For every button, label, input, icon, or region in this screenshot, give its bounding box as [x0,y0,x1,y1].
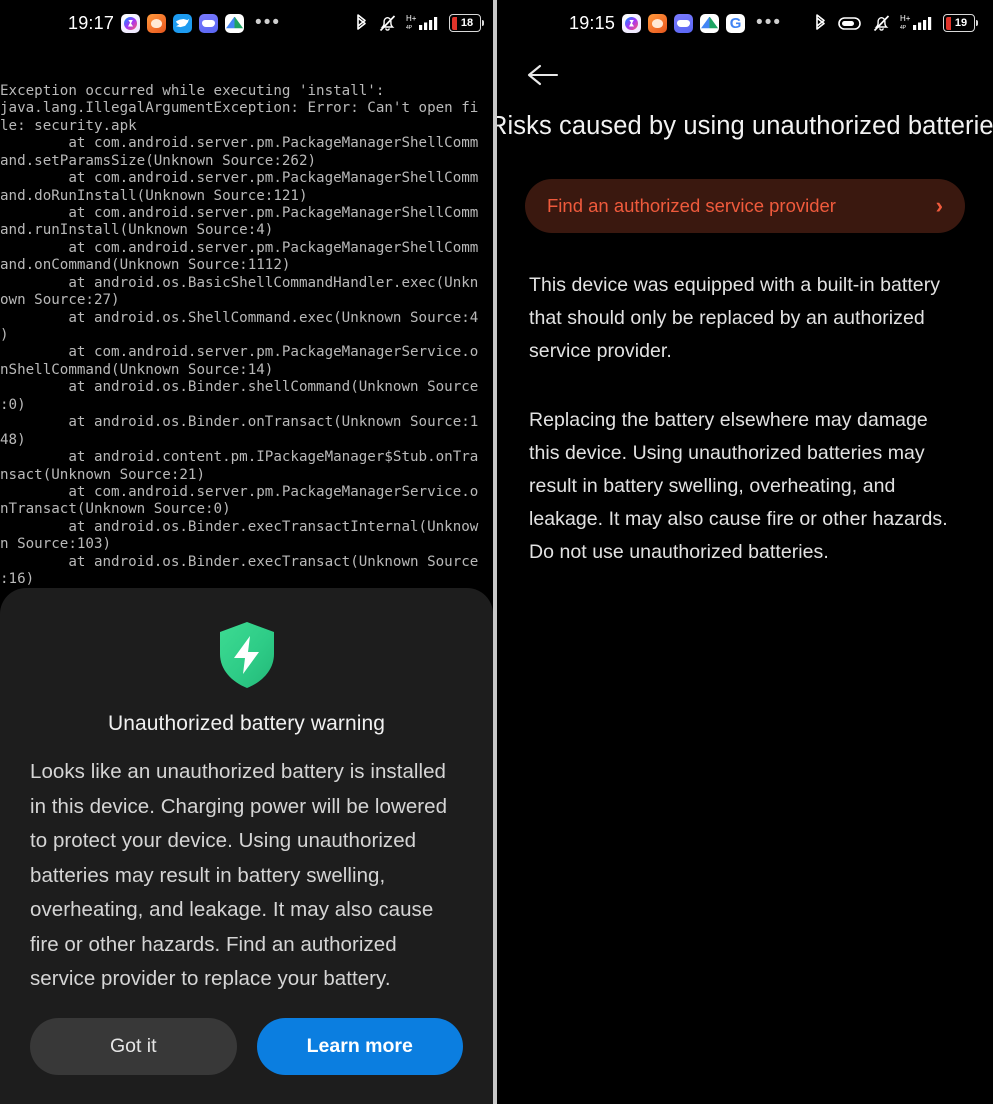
discord-icon [199,13,219,33]
back-arrow-icon[interactable] [527,62,561,88]
left-phone-screen: 19:17 ••• H+ 4P 18 Exception occurred wh… [0,0,493,1104]
terminal-line: at android.os.Binder.onTransact(Unknown … [0,414,479,431]
battery-saver-icon [837,13,863,33]
svg-text:H+: H+ [900,14,911,23]
terminal-line: and.setParamsSize(Unknown Source:262) [0,152,317,169]
google-drive-icon [700,13,720,33]
bluetooth-icon [813,13,828,33]
notification-overflow-icon: ••• [255,12,282,33]
messenger-icon [622,13,642,33]
battery-info-body: This device was equipped with a built-in… [529,269,961,569]
dialog-title: Unauthorized battery warning [107,712,386,735]
battery-percent-label: 19 [954,17,968,29]
got-it-button[interactable]: Got it [30,1018,237,1075]
terminal-line: at com.android.server.pm.PackageManagerS… [0,135,479,152]
terminal-line: and.runInstall(Unknown Source:4) [0,222,274,239]
terminal-line: at android.content.pm.IPackageManager$St… [0,449,479,466]
status-bar-clock: 19:17 [68,12,115,33]
orange-app-icon [147,13,167,33]
terminal-line: at com.android.server.pm.PackageManagerS… [0,483,479,500]
terminal-line: at com.android.server.pm.PackageManagerS… [0,344,479,361]
google-drive-icon [225,13,245,33]
terminal-line: and.doRunInstall(Unknown Source:121) [0,187,308,204]
terminal-line: nShellCommand(Unknown Source:14) [0,361,274,378]
terminal-line: ) [0,327,9,344]
terminal-line: at android.os.Binder.shellCommand(Unknow… [0,379,479,396]
twitter-icon [173,13,193,33]
terminal-line: nsact(Unknown Source:21) [0,466,205,483]
google-icon [726,13,746,33]
terminal-line: own Source:27) [0,292,120,309]
terminal-line: at com.android.server.pm.PackageManagerS… [0,170,479,187]
terminal-line: at com.android.server.pm.PackageManagerS… [0,204,479,221]
left-status-bar: 19:17 ••• H+ 4P 18 [0,0,493,46]
svg-text:4P: 4P [900,25,907,31]
right-status-bar: 19:15 ••• [497,0,993,46]
terminal-line: :0) [0,396,26,413]
find-service-provider-button[interactable]: Find an authorized service provider › [525,179,965,233]
terminal-line: le: security.apk [0,117,137,134]
terminal-line: n Source:103) [0,536,112,553]
adb-terminal-output: Exception occurred while executing 'inst… [0,46,493,657]
mobile-signal-icon: H+ 4P [900,13,934,33]
terminal-line: nTransact(Unknown Source:0) [0,501,231,518]
dialog-actions: Got it Learn more [30,1018,463,1075]
right-phone-screen: 19:15 ••• [497,0,993,1104]
terminal-line: and.onCommand(Unknown Source:1112) [0,257,291,274]
chevron-right-icon: › [935,193,943,218]
messenger-icon [121,13,141,33]
battery-indicator: 19 [943,14,978,32]
terminal-line: at android.os.Binder.execTransact(Unknow… [0,553,479,570]
terminal-line: Exception occurred while executing 'inst… [0,82,385,99]
shield-icon-wrapper [30,620,463,695]
battery-indicator: 18 [449,14,484,32]
dialog-body-text: Looks like an unauthorized battery is in… [30,760,448,990]
terminal-line: :16) [0,571,35,588]
status-bar-clock: 19:15 [569,12,616,33]
terminal-line: java.lang.IllegalArgumentException: Erro… [0,100,479,117]
orange-app-icon [648,13,668,33]
unauthorized-battery-dialog: Unauthorized battery warning Looks like … [0,588,493,1104]
battery-percent-label: 18 [460,17,474,29]
learn-more-button[interactable]: Learn more [256,1018,463,1075]
green-shield-bolt-icon [216,620,278,695]
discord-icon [674,13,694,33]
terminal-line: at android.os.Binder.execTransactInterna… [0,518,479,535]
notification-overflow-icon: ••• [756,12,783,33]
svg-text:4P: 4P [406,25,413,31]
info-paragraph: Replacing the battery elsewhere may dama… [529,409,948,563]
page-title: Risks caused by using unauthorized batte… [497,112,993,140]
info-paragraph: This device was equipped with a built-in… [529,274,941,362]
terminal-line: 48) [0,431,26,448]
terminal-line: at com.android.server.pm.PackageManagerS… [0,239,479,256]
terminal-line: at android.os.BasicShellCommandHandler.e… [0,274,479,291]
svg-text:H+: H+ [406,14,417,23]
bluetooth-icon [354,13,369,33]
terminal-line: at android.os.ShellCommand.exec(Unknown … [0,309,479,326]
back-row [497,46,993,88]
mobile-signal-icon: H+ 4P [406,13,440,33]
silent-mode-icon [378,13,397,33]
dual-phone-screenshot: 19:17 ••• H+ 4P 18 Exception occurred wh… [0,0,993,1104]
silent-mode-icon [872,13,891,33]
find-service-provider-label: Find an authorized service provider [547,195,836,216]
